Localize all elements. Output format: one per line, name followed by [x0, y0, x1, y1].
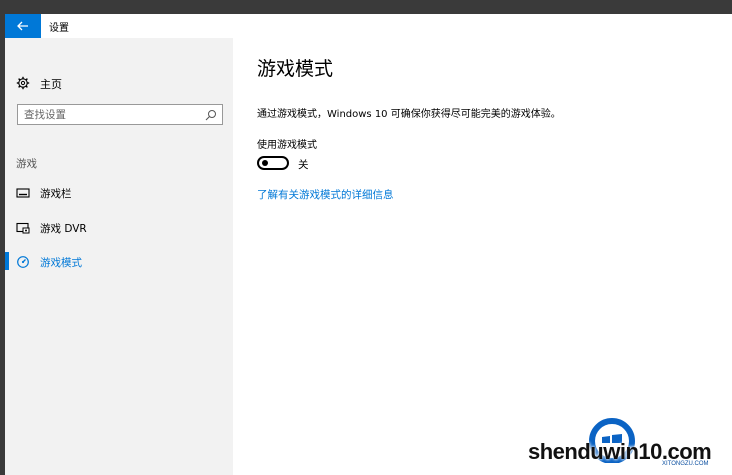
title-bar: 设置	[5, 14, 732, 38]
sidebar-item-label: 游戏模式	[40, 257, 82, 269]
search-input[interactable]	[24, 107, 200, 122]
game-bar-icon	[16, 188, 30, 198]
page-description: 通过游戏模式，Windows 10 可确保你获得尽可能完美的游戏体验。	[257, 109, 561, 120]
back-button[interactable]	[5, 14, 41, 38]
active-indicator	[5, 252, 9, 270]
sidebar-item-label: 游戏栏	[40, 188, 72, 200]
search-box[interactable]	[17, 104, 223, 125]
watermark-logo: shenduwin10.com XITONGZU.COM	[524, 409, 724, 469]
game-mode-icon	[17, 256, 29, 268]
window-title: 设置	[49, 23, 69, 34]
sidebar-item-label: 游戏 DVR	[40, 223, 87, 235]
sidebar-item-game-bar[interactable]: 游戏栏	[5, 180, 233, 206]
sidebar-item-home[interactable]: 主页	[5, 71, 233, 97]
sidebar-item-home-label: 主页	[40, 78, 62, 91]
watermark-subtext: XITONGZU.COM	[662, 461, 709, 467]
sidebar: 主页 游戏 游戏栏 游戏 DVR	[5, 38, 233, 475]
game-mode-setting-label: 使用游戏模式	[257, 140, 317, 151]
sidebar-item-game-mode[interactable]: 游戏模式	[5, 249, 233, 275]
game-dvr-icon	[16, 222, 30, 234]
game-mode-toggle[interactable]	[257, 156, 289, 170]
learn-more-link[interactable]: 了解有关游戏模式的详细信息	[257, 187, 394, 202]
search-icon[interactable]	[205, 109, 217, 121]
back-arrow-icon	[17, 21, 28, 31]
toggle-knob	[262, 160, 268, 166]
toggle-state-label: 关	[298, 159, 309, 171]
gear-icon	[16, 76, 30, 90]
section-label-games: 游戏	[16, 158, 37, 170]
settings-window: 设置 主页 游戏	[5, 14, 732, 475]
page-title: 游戏模式	[257, 58, 334, 80]
sidebar-item-game-dvr[interactable]: 游戏 DVR	[5, 215, 233, 241]
